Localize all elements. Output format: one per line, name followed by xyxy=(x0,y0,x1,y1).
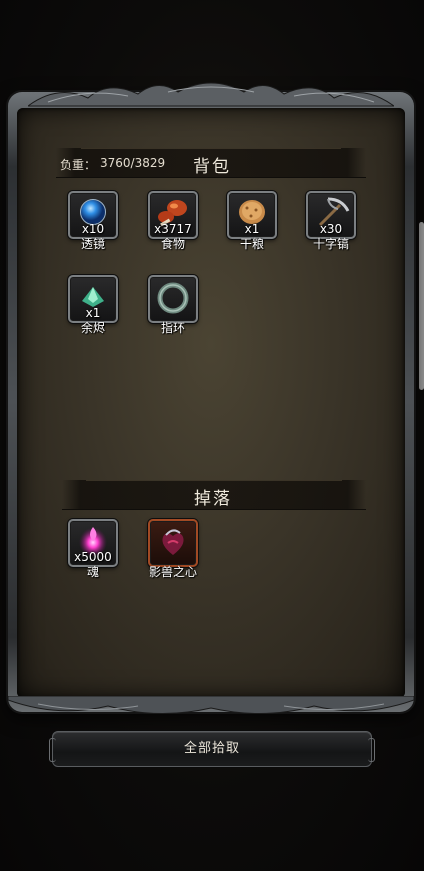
item-name: 食物 xyxy=(160,237,185,251)
bag-title: 背包 xyxy=(193,157,231,177)
bag-header: 负重： 3760/3829 背包 xyxy=(56,148,366,178)
bag-item-ring[interactable] xyxy=(148,275,198,323)
bag-item-pickaxe[interactable]: x30 xyxy=(306,191,356,239)
ring-icon xyxy=(150,277,196,321)
item-name: 十字镐 xyxy=(312,237,349,251)
bag-item-ration[interactable]: x1 xyxy=(227,191,277,239)
weight-label: 负重： xyxy=(60,158,97,172)
bag-item-ember[interactable]: x1 xyxy=(68,275,118,323)
weight-value: 3760/3829 xyxy=(100,156,166,170)
item-qty: x3717 xyxy=(154,222,192,236)
drop-item-soul[interactable]: x5000 xyxy=(68,519,118,567)
item-qty: x1 xyxy=(85,306,101,320)
drops-header: 掉落 xyxy=(62,480,366,510)
item-name: 余烬 xyxy=(80,321,105,335)
screen-scrollbar[interactable] xyxy=(419,222,424,390)
drops-title: 掉落 xyxy=(194,489,232,509)
inventory-panel xyxy=(7,82,415,715)
item-name: 影兽之心 xyxy=(148,565,197,579)
frame-crest-ornament xyxy=(26,78,396,108)
drop-item-beast-heart[interactable] xyxy=(148,519,198,567)
item-name: 透镜 xyxy=(80,237,105,251)
item-name: 魂 xyxy=(86,565,99,579)
item-qty: x1 xyxy=(244,222,260,236)
bag-item-lens[interactable]: x10 xyxy=(68,191,118,239)
pickup-all-button[interactable]: 全部拾取 xyxy=(49,731,375,767)
item-qty: x30 xyxy=(319,222,343,236)
item-qty: x10 xyxy=(81,222,105,236)
frame-bottom-ornament xyxy=(7,695,415,722)
item-name: 干粮 xyxy=(239,237,264,251)
beast-heart-icon xyxy=(150,521,196,565)
item-name: 指环 xyxy=(160,321,185,335)
bag-item-food[interactable]: x3717 xyxy=(148,191,198,239)
item-qty: x5000 xyxy=(74,550,112,564)
